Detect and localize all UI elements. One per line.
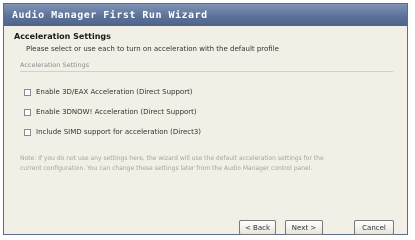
- option-3d-eax[interactable]: Enable 3D/EAX Acceleration (Direct Suppo…: [24, 88, 193, 96]
- hint-text: Please select or use each to turn on acc…: [26, 45, 279, 53]
- back-button[interactable]: < Back: [239, 220, 276, 235]
- wizard-content: Acceleration Settings Please select or u…: [4, 26, 407, 235]
- option-label: Include SIMD support for acceleration (D…: [36, 128, 202, 136]
- option-simd[interactable]: Include SIMD support for acceleration (D…: [24, 128, 201, 136]
- window-title: Audio Manager First Run Wizard: [12, 9, 208, 21]
- checkbox-simd[interactable]: [24, 128, 31, 136]
- group-label: Acceleration Settings: [20, 61, 90, 69]
- checkbox-3dnow[interactable]: [24, 108, 31, 116]
- next-button[interactable]: Next >: [285, 220, 323, 235]
- cancel-button[interactable]: Cancel: [354, 220, 394, 235]
- option-label: Enable 3DNOW! Acceleration (Direct Suppo…: [36, 108, 197, 116]
- option-3dnow[interactable]: Enable 3DNOW! Acceleration (Direct Suppo…: [24, 108, 197, 116]
- section-title: Acceleration Settings: [14, 32, 111, 41]
- note-text: Note: If you do not use any settings her…: [20, 155, 324, 172]
- title-bar: Audio Manager First Run Wizard: [4, 4, 407, 26]
- wizard-dialog: Audio Manager First Run Wizard Accelerat…: [3, 3, 408, 235]
- checkbox-3d-eax[interactable]: [24, 88, 31, 96]
- group-divider: [20, 71, 393, 72]
- option-label: Enable 3D/EAX Acceleration (Direct Suppo…: [36, 88, 193, 96]
